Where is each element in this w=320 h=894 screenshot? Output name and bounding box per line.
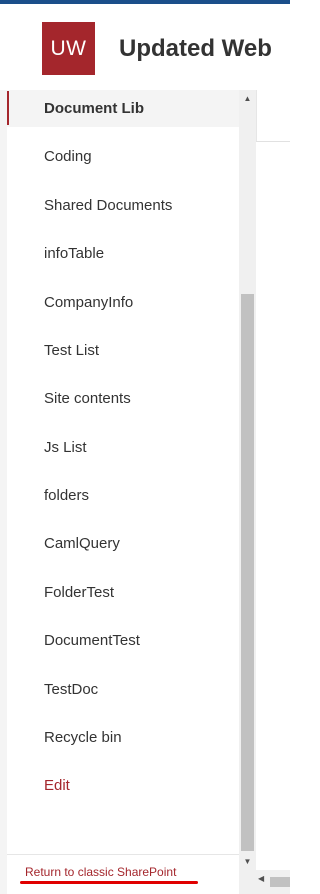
nav-item-foldertest[interactable]: FolderTest	[7, 573, 239, 611]
nav-edit-link[interactable]: Edit	[7, 766, 239, 804]
nav-vertical-scrollbar[interactable]: ▲ ▼	[239, 90, 256, 870]
nav-item-coding[interactable]: Coding	[7, 137, 239, 175]
nav-footer: Return to classic SharePoint	[7, 854, 239, 894]
site-title[interactable]: Updated Web	[119, 35, 272, 63]
nav-item-camlquery[interactable]: CamlQuery	[7, 524, 239, 562]
scrollbar-corner	[239, 870, 256, 894]
left-rail	[0, 90, 7, 894]
chevron-up-icon[interactable]: ▲	[239, 90, 256, 107]
site-header: UW Updated Web	[0, 4, 290, 90]
return-to-classic-link[interactable]: Return to classic SharePoint	[25, 865, 176, 879]
chevron-left-icon[interactable]: ◀	[258, 874, 264, 883]
chevron-down-icon[interactable]: ▼	[239, 853, 256, 870]
horizontal-scrollbar[interactable]: ◀	[256, 870, 290, 894]
nav-item-folders[interactable]: folders	[7, 476, 239, 514]
command-bar-divider	[256, 141, 290, 142]
nav-item-companyinfo[interactable]: CompanyInfo	[7, 283, 239, 321]
nav-item-infotable[interactable]: infoTable	[7, 234, 239, 272]
horizontal-scrollbar-thumb[interactable]	[270, 877, 290, 887]
left-navigation: Document Lib Coding Shared Documents inf…	[7, 90, 239, 854]
nav-item-documenttest[interactable]: DocumentTest	[7, 621, 239, 659]
scrollbar-thumb[interactable]	[241, 294, 254, 851]
nav-item-site-contents[interactable]: Site contents	[7, 379, 239, 417]
site-logo[interactable]: UW	[42, 22, 95, 75]
nav-item-testdoc[interactable]: TestDoc	[7, 670, 239, 708]
nav-item-shared-documents[interactable]: Shared Documents	[7, 186, 239, 224]
content-divider	[256, 90, 257, 142]
main-content-area	[256, 90, 290, 870]
annotation-underline	[20, 881, 198, 884]
nav-item-test-list[interactable]: Test List	[7, 331, 239, 369]
nav-item-recycle-bin[interactable]: Recycle bin	[7, 718, 239, 756]
nav-item-js-list[interactable]: Js List	[7, 428, 239, 466]
nav-item-document-lib[interactable]: Document Lib	[7, 90, 239, 127]
